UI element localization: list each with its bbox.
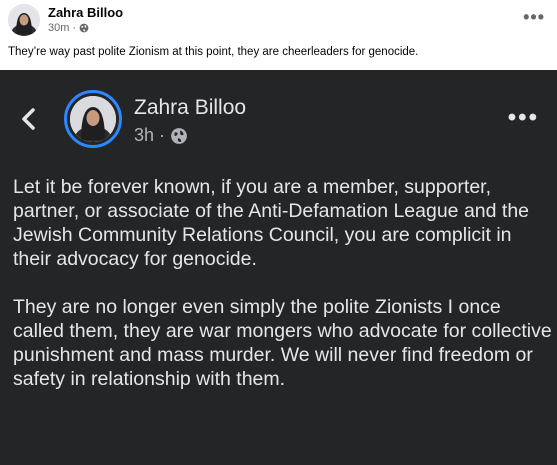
post-timestamp[interactable]: 3h [134, 125, 154, 146]
avatar[interactable] [64, 90, 122, 148]
post-meta: 30m · [48, 22, 89, 34]
meta-separator: · [159, 125, 166, 145]
globe-icon [79, 23, 89, 33]
avatar[interactable] [8, 4, 40, 36]
outer-post-header: Zahra Billoo 30m · ••• [0, 0, 557, 44]
post-timestamp[interactable]: 30m [48, 22, 69, 34]
author-name[interactable]: Zahra Billoo [134, 96, 246, 120]
post-caption: They’re way past polite Zionism at this … [8, 46, 419, 58]
avatar-portrait-icon [8, 4, 40, 36]
more-options-button[interactable]: ••• [508, 106, 539, 130]
shared-screenshot: Zahra Billoo 3h · ••• Let it be forever … [0, 70, 557, 465]
post-body: Let it be forever known, if you are a me… [13, 175, 553, 415]
author-name[interactable]: Zahra Billoo [48, 5, 123, 20]
globe-icon [171, 127, 187, 144]
avatar-portrait-icon [70, 96, 116, 142]
post-paragraph: Let it be forever known, if you are a me… [13, 176, 530, 270]
more-options-button[interactable]: ••• [523, 8, 545, 26]
avatar-image [70, 96, 116, 142]
meta-separator: · [72, 22, 77, 34]
post-meta: 3h · [134, 125, 188, 146]
chevron-left-icon[interactable] [18, 106, 40, 132]
post-paragraph: They are no longer even simply the polit… [13, 296, 552, 390]
